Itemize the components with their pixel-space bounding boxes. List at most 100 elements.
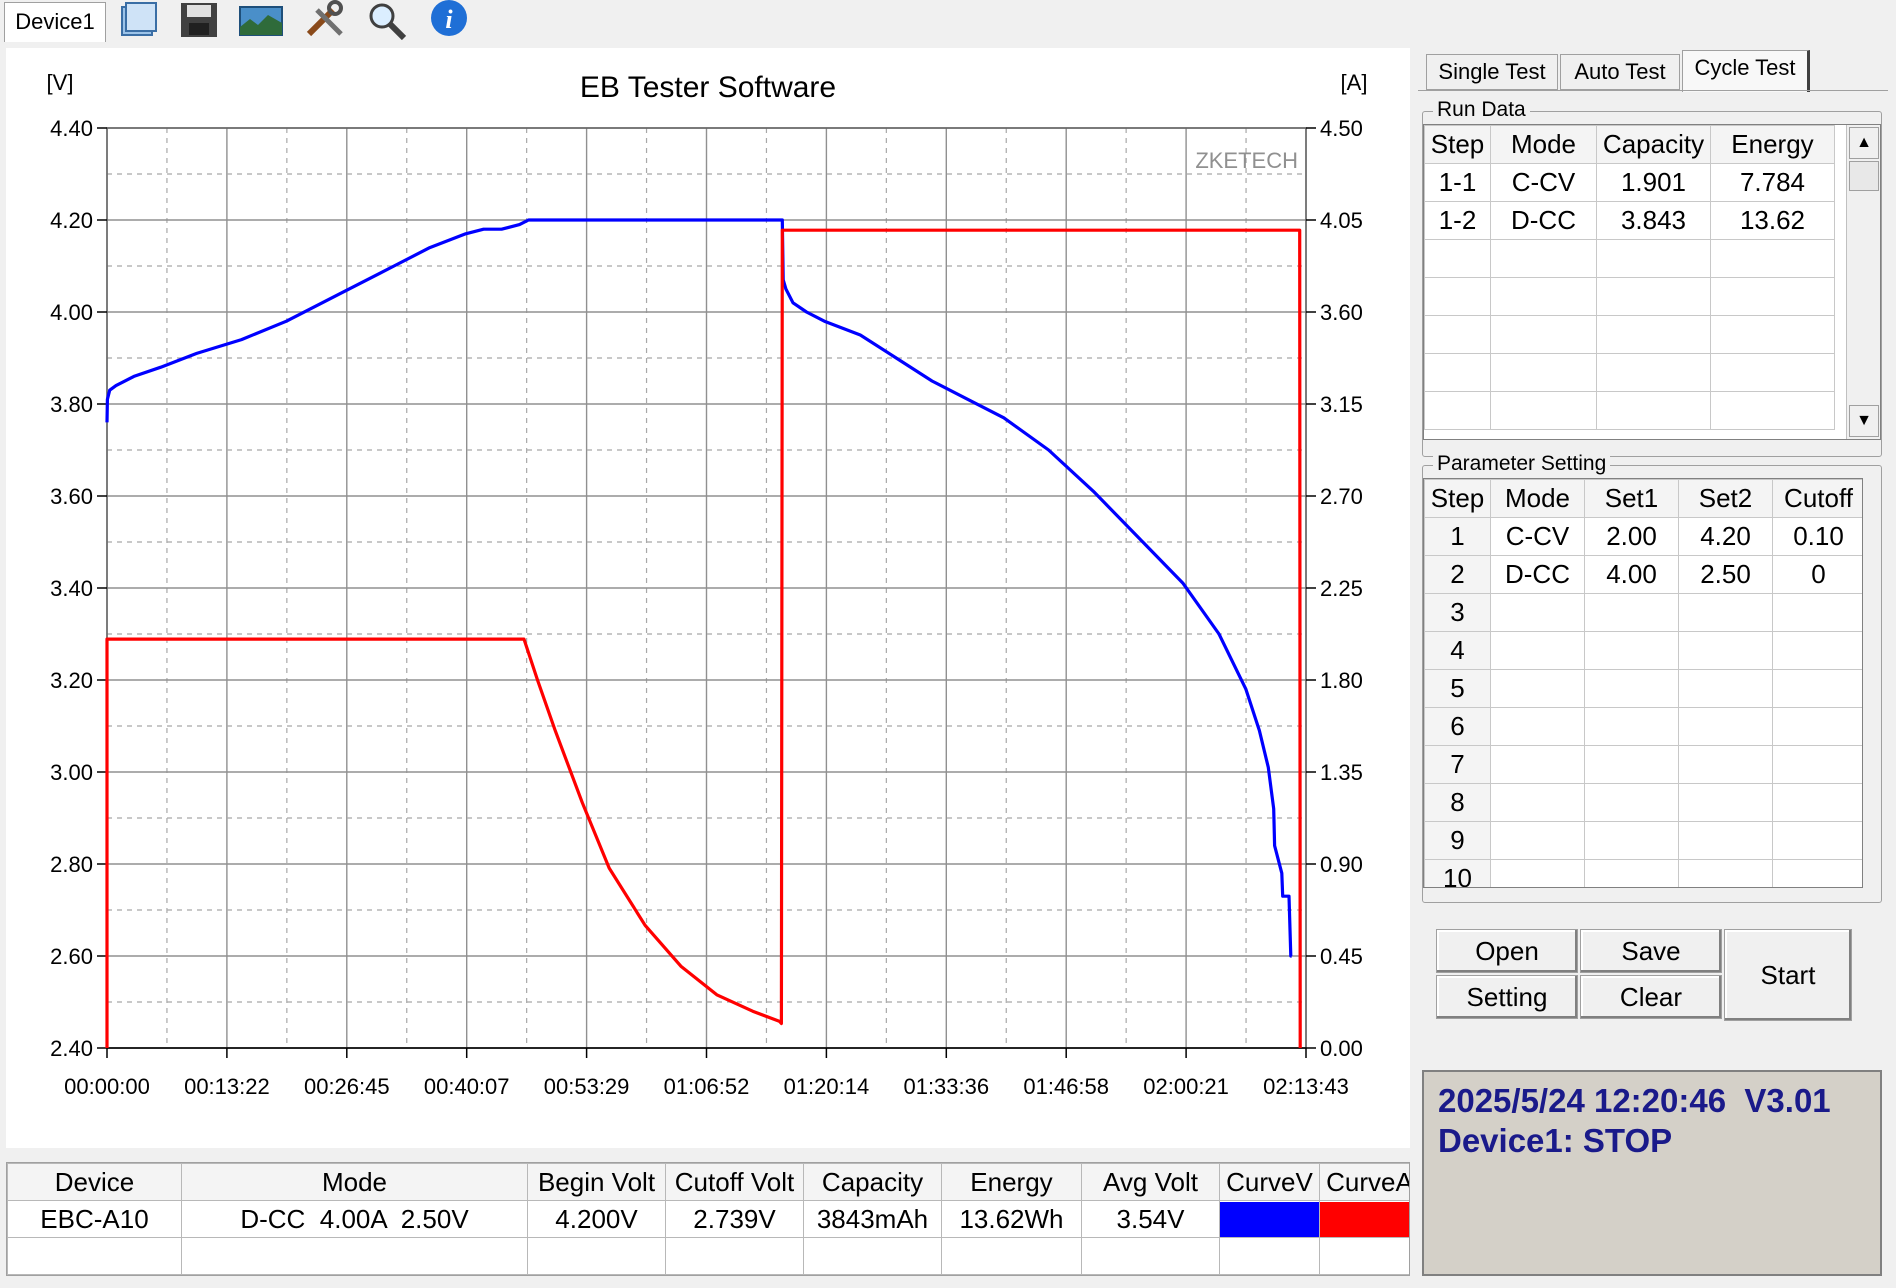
scroll-down-button[interactable]: ▼ bbox=[1849, 405, 1879, 437]
status-datetime-line: 2025/5/24 12:20:46 V3.01 bbox=[1438, 1082, 1831, 1120]
parameter-cell bbox=[1772, 859, 1862, 887]
info-icon[interactable]: i bbox=[426, 0, 472, 40]
parameter-row[interactable]: 2 D-CC 4.00 2.50 0 bbox=[1424, 555, 1862, 594]
run-data-cell bbox=[1596, 239, 1711, 278]
run-data-cell: 1-2 bbox=[1424, 201, 1491, 240]
parameter-row[interactable]: 10 bbox=[1424, 859, 1862, 887]
control-buttons: Open Save Start Setting Clear bbox=[1422, 911, 1882, 1021]
summary-row[interactable]: EBC-A10 D-CC 4.00A 2.50V 4.200V 2.739V 3… bbox=[7, 1200, 1409, 1238]
open-folder-icon[interactable] bbox=[116, 0, 162, 40]
parameter-cell: 5 bbox=[1424, 669, 1491, 708]
y-right-tick-label: 0.45 bbox=[1320, 944, 1363, 969]
y-left-tick-label: 3.00 bbox=[50, 760, 93, 785]
chart-image-icon[interactable] bbox=[238, 0, 284, 40]
save-button[interactable]: Save bbox=[1580, 929, 1722, 973]
parameter-cell: 4.20 bbox=[1678, 517, 1773, 556]
run-data-cell: 3.843 bbox=[1596, 201, 1711, 240]
parameter-row[interactable]: 6 bbox=[1424, 707, 1862, 746]
run-data-cell bbox=[1710, 277, 1835, 316]
y-right-tick-label: 2.25 bbox=[1320, 576, 1363, 601]
summary-device: EBC-A10 bbox=[7, 1200, 182, 1238]
run-data-cell bbox=[1424, 277, 1491, 316]
run-data-empty-row bbox=[1424, 353, 1835, 392]
chart-title: EB Tester Software bbox=[580, 71, 836, 104]
tab-cycle-test[interactable]: Cycle Test bbox=[1682, 50, 1810, 92]
summary-col-header: Avg Volt bbox=[1081, 1163, 1220, 1201]
y-right-tick-label: 1.35 bbox=[1320, 760, 1363, 785]
parameter-cell bbox=[1584, 783, 1679, 822]
parameter-cell: 3 bbox=[1424, 593, 1491, 632]
scroll-thumb[interactable] bbox=[1849, 161, 1879, 191]
run-data-empty-row bbox=[1424, 391, 1835, 430]
toolbar: Device1 i bbox=[0, 0, 1896, 46]
parameter-cell: 4 bbox=[1424, 631, 1491, 670]
search-icon[interactable] bbox=[364, 0, 410, 40]
run-data-col-header: Capacity bbox=[1596, 125, 1711, 164]
run-data-cell bbox=[1490, 277, 1597, 316]
summary-col-header: Device bbox=[7, 1163, 182, 1201]
tab-single-test[interactable]: Single Test bbox=[1426, 54, 1558, 90]
tab-auto-test[interactable]: Auto Test bbox=[1560, 54, 1680, 90]
parameter-cell bbox=[1678, 669, 1773, 708]
parameter-cell bbox=[1678, 707, 1773, 746]
save-disk-icon[interactable] bbox=[176, 0, 222, 40]
run-data-group: Run Data Step Mode Capacity Energy 1-1 C-CV 1.… bbox=[1422, 98, 1882, 457]
y-left-tick-label: 3.80 bbox=[50, 392, 93, 417]
x-tick-label: 01:33:36 bbox=[903, 1074, 989, 1099]
summary-mode: D-CC 4.00A 2.50V bbox=[181, 1200, 528, 1238]
y-left-tick-label: 4.00 bbox=[50, 300, 93, 325]
parameter-grid[interactable]: Step Mode Set1 Set2 Cutoff 1 C-CV 2.00 4.20 0.10 2… bbox=[1423, 478, 1863, 888]
open-button[interactable]: Open bbox=[1436, 929, 1578, 973]
run-data-row[interactable]: 1-1 C-CV 1.901 7.784 bbox=[1424, 163, 1835, 202]
parameter-cell bbox=[1678, 821, 1773, 860]
x-tick-label: 01:06:52 bbox=[664, 1074, 750, 1099]
parameter-row[interactable]: 9 bbox=[1424, 821, 1862, 860]
x-tick-label: 02:13:43 bbox=[1263, 1074, 1349, 1099]
parameter-cell bbox=[1772, 821, 1862, 860]
parameter-row[interactable]: 1 C-CV 2.00 4.20 0.10 bbox=[1424, 517, 1862, 556]
curve-a-swatch[interactable] bbox=[1319, 1200, 1409, 1238]
run-data-row[interactable]: 1-2 D-CC 3.843 13.62 bbox=[1424, 201, 1835, 240]
start-button[interactable]: Start bbox=[1724, 929, 1852, 1021]
summary-capacity: 3843mAh bbox=[803, 1200, 942, 1238]
parameter-cell: 8 bbox=[1424, 783, 1491, 822]
run-data-empty-row bbox=[1424, 239, 1835, 278]
parameter-cell bbox=[1678, 783, 1773, 822]
parameter-row[interactable]: 5 bbox=[1424, 669, 1862, 708]
clear-button[interactable]: Clear bbox=[1580, 975, 1722, 1019]
x-tick-label: 01:20:14 bbox=[784, 1074, 870, 1099]
parameter-row[interactable]: 8 bbox=[1424, 783, 1862, 822]
parameter-cell bbox=[1678, 859, 1773, 887]
parameter-cell bbox=[1490, 707, 1585, 746]
parameter-setting-title: Parameter Setting bbox=[1433, 452, 1611, 476]
scroll-up-button[interactable]: ▲ bbox=[1849, 127, 1879, 159]
parameter-cell bbox=[1772, 631, 1862, 670]
parameter-row[interactable]: 4 bbox=[1424, 631, 1862, 670]
tools-icon[interactable] bbox=[302, 0, 348, 40]
chart-panel: EB Tester Software [V] [A] 4.40 4.50 4.20 4… bbox=[6, 48, 1410, 1148]
parameter-row[interactable]: 3 bbox=[1424, 593, 1862, 632]
x-tick-label: 00:00:00 bbox=[64, 1074, 150, 1099]
curve-v-swatch[interactable] bbox=[1219, 1200, 1320, 1238]
parameter-cell: 9 bbox=[1424, 821, 1491, 860]
parameter-col-header: Set2 bbox=[1678, 479, 1773, 518]
parameter-row[interactable]: 7 bbox=[1424, 745, 1862, 784]
parameter-col-header: Set1 bbox=[1584, 479, 1679, 518]
run-data-cell bbox=[1424, 353, 1491, 392]
x-tick-label: 02:00:21 bbox=[1143, 1074, 1229, 1099]
run-data-cell bbox=[1710, 391, 1835, 430]
y-right-tick-label: 2.70 bbox=[1320, 484, 1363, 509]
run-data-scrollbar[interactable]: ▲ ▼ bbox=[1846, 125, 1880, 439]
run-data-cell: C-CV bbox=[1490, 163, 1597, 202]
parameter-cell bbox=[1584, 745, 1679, 784]
parameter-cell bbox=[1772, 783, 1862, 822]
run-data-cell bbox=[1424, 315, 1491, 354]
run-data-cell: 7.784 bbox=[1710, 163, 1835, 202]
status-display: 2025/5/24 12:20:46 V3.01 Device1: STOP bbox=[1422, 1070, 1882, 1276]
run-data-grid[interactable]: Step Mode Capacity Energy 1-1 C-CV 1.901 7.784 1… bbox=[1423, 124, 1881, 440]
parameter-cell bbox=[1490, 859, 1585, 887]
setting-button[interactable]: Setting bbox=[1436, 975, 1578, 1019]
device-tab[interactable]: Device1 bbox=[4, 2, 106, 42]
parameter-cell: D-CC bbox=[1490, 555, 1585, 594]
left-axis-unit: [V] bbox=[47, 70, 74, 95]
